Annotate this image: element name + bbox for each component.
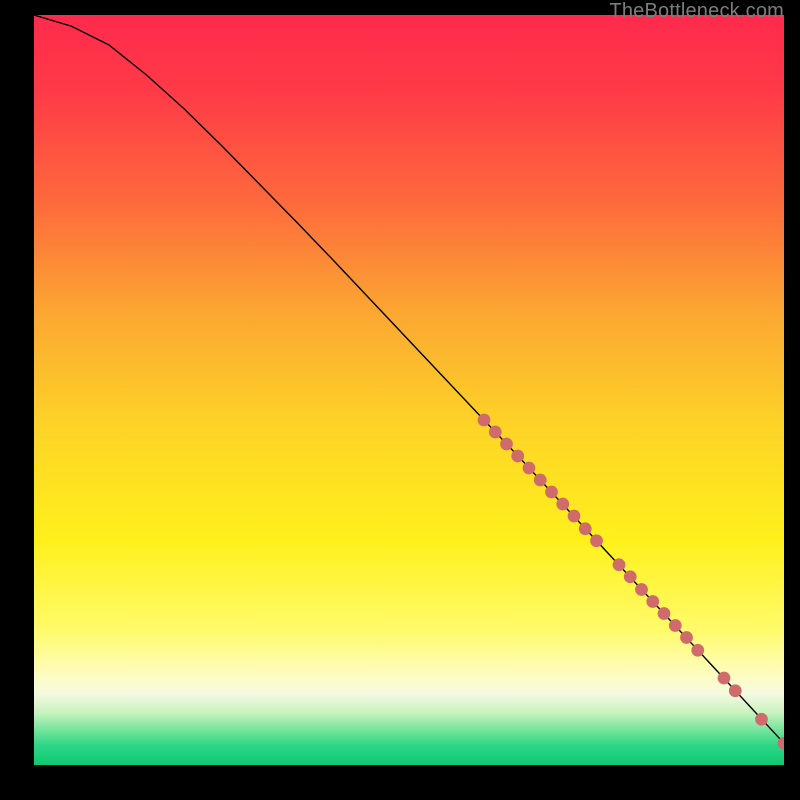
data-point	[646, 595, 659, 608]
data-point	[635, 583, 648, 596]
chart-frame: TheBottleneck.com	[0, 0, 800, 800]
highlight-dots	[478, 414, 784, 750]
curve-layer	[34, 15, 784, 765]
data-point	[545, 486, 558, 499]
data-point	[669, 619, 682, 632]
data-point	[489, 426, 502, 439]
data-point	[680, 631, 693, 644]
data-point	[523, 462, 536, 475]
data-point	[718, 672, 731, 685]
data-point	[729, 684, 742, 697]
data-point	[478, 414, 491, 427]
data-point	[511, 450, 524, 463]
watermark-text: TheBottleneck.com	[609, 0, 784, 23]
data-point	[658, 607, 671, 620]
data-point	[691, 644, 704, 657]
data-point	[755, 713, 768, 726]
data-point	[556, 498, 569, 511]
data-point	[624, 570, 637, 583]
data-point	[613, 558, 626, 571]
data-point	[568, 510, 581, 523]
data-point	[534, 474, 547, 487]
data-curve	[34, 15, 784, 743]
data-point	[500, 438, 513, 451]
plot-area	[34, 15, 784, 765]
data-point	[579, 522, 592, 535]
data-point	[778, 737, 784, 750]
data-point	[590, 534, 603, 547]
